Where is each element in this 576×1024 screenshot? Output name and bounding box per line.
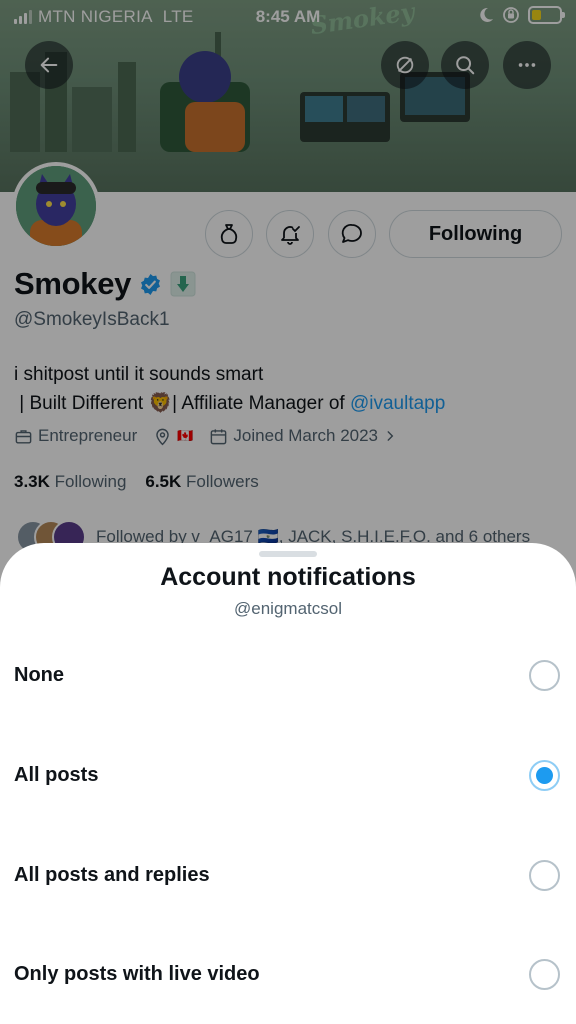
- sheet-subtitle: @enigmatcsol: [234, 599, 342, 618]
- option-all-posts[interactable]: All posts: [0, 735, 576, 815]
- account-notifications-sheet: Account notifications @enigmatcsol None …: [0, 543, 576, 1024]
- radio-button[interactable]: [529, 958, 560, 990]
- option-none[interactable]: None: [0, 635, 576, 715]
- sheet-grabber[interactable]: [259, 551, 317, 557]
- radio-button-selected[interactable]: [529, 759, 560, 791]
- option-label: All posts: [14, 763, 99, 786]
- option-label: All posts and replies: [14, 863, 210, 886]
- option-all-posts-and-replies[interactable]: All posts and replies: [0, 835, 576, 915]
- radio-button[interactable]: [529, 659, 560, 691]
- sheet-title: Account notifications: [160, 563, 416, 591]
- radio-button[interactable]: [529, 859, 560, 891]
- option-live-video[interactable]: Only posts with live video: [0, 934, 576, 1014]
- option-label: None: [14, 663, 64, 686]
- option-label: Only posts with live video: [14, 962, 260, 985]
